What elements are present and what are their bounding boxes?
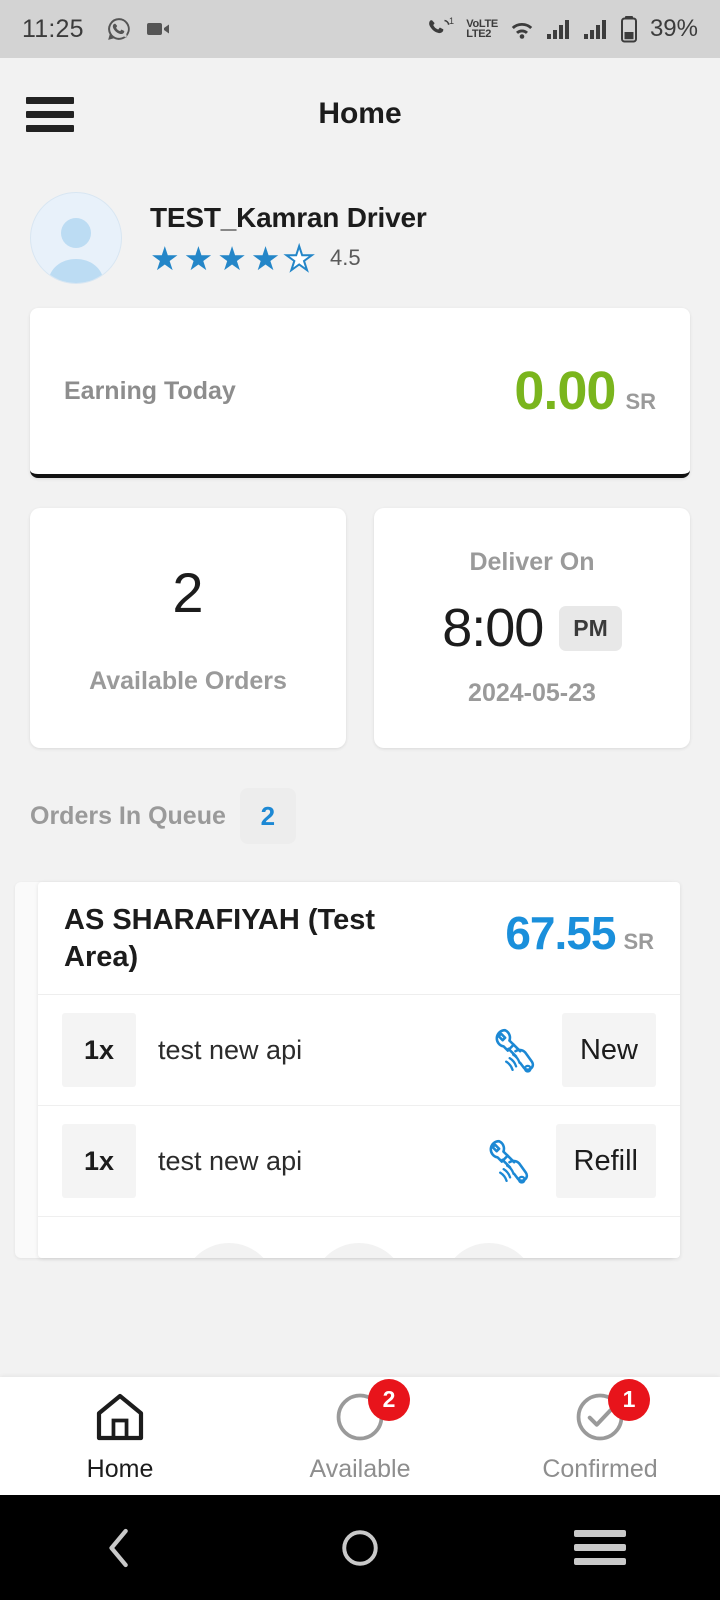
svg-text:1: 1 xyxy=(449,16,454,26)
order-item-name: test new api xyxy=(158,1034,303,1065)
hand-wrench-service-icon xyxy=(495,1029,535,1073)
nav-badge-confirmed: 1 xyxy=(608,1378,650,1421)
driver-rating: ★ ★ ★ ★ ★ 4.5 xyxy=(150,239,427,277)
android-home-button[interactable] xyxy=(300,1513,420,1583)
driver-name: TEST_Kamran Driver xyxy=(150,201,427,233)
call-signal-icon: 1 xyxy=(429,16,454,34)
user-avatar-placeholder-icon xyxy=(48,218,104,283)
status-bar-system-icons: 1 VoLTE LTE2 39% xyxy=(427,15,698,43)
earning-currency: SR xyxy=(625,389,656,414)
order-item-status-tag: New xyxy=(561,1013,656,1088)
order-card-header: AS SHARAFIYAH (Test Area) 67.55 SR xyxy=(38,882,680,996)
nav-tab-confirmed-label: Confirmed xyxy=(542,1454,658,1483)
available-orders-count: 2 xyxy=(172,561,204,624)
deliver-ampm: PM xyxy=(559,605,622,651)
order-area-title: AS SHARAFIYAH (Test Area) xyxy=(64,904,375,974)
hand-wrench-service-icon xyxy=(489,1140,528,1184)
earning-today-amount: 0.00 xyxy=(514,361,616,421)
app-header: Home xyxy=(0,58,720,170)
orders-in-queue-label: Orders In Queue xyxy=(30,801,226,830)
deliver-on-label: Deliver On xyxy=(469,548,595,576)
volte-network-indicator: VoLTE LTE2 xyxy=(466,17,498,40)
order-carousel: AS SHARAFIYAH (Test Area) 67.55 SR 1x te… xyxy=(0,868,720,1258)
driver-profile[interactable]: TEST_Kamran Driver ★ ★ ★ ★ ★ 4.5 xyxy=(0,170,720,308)
order-item-row[interactable]: 1x test new api Refill xyxy=(38,1106,680,1218)
nav-tab-home[interactable]: Home xyxy=(0,1389,240,1484)
order-item-quantity: 1x xyxy=(62,1124,136,1199)
nav-badge-available: 2 xyxy=(368,1378,410,1421)
back-chevron-icon xyxy=(109,1528,128,1567)
order-item-row[interactable]: 1x test new api New xyxy=(38,995,680,1107)
android-system-navigation xyxy=(0,1495,720,1600)
star-filled-icon: ★ xyxy=(183,239,214,277)
status-bar-notification-icons xyxy=(106,16,172,42)
deliver-on-card[interactable]: Deliver On 8:00 PM 2024-05-23 xyxy=(374,508,690,748)
star-empty-icon: ★ xyxy=(283,239,315,277)
order-contact-actions xyxy=(38,1217,680,1258)
nav-tab-available-label: Available xyxy=(309,1454,411,1483)
bottom-navigation-bar: Home 2 Available 1 Confirmed xyxy=(0,1377,720,1495)
call-button[interactable] xyxy=(182,1243,276,1258)
nav-tab-available[interactable]: 2 Available xyxy=(240,1378,480,1484)
earning-today-label: Earning Today xyxy=(64,376,236,405)
nav-tab-confirmed[interactable]: 1 Confirmed xyxy=(480,1378,720,1484)
home-circle-icon xyxy=(342,1529,378,1566)
deliver-time: 8:00 xyxy=(442,598,544,658)
available-orders-card[interactable]: 2 Available Orders xyxy=(30,508,346,748)
summary-cards: 2 Available Orders Deliver On 8:00 PM 20… xyxy=(30,508,690,748)
battery-icon xyxy=(620,16,637,43)
orders-in-queue-header: Orders In Queue 2 xyxy=(30,788,720,844)
order-price-currency: SR xyxy=(623,929,654,954)
status-bar-clock: 11:25 xyxy=(22,14,84,43)
android-back-button[interactable] xyxy=(60,1513,180,1583)
recents-menu-icon xyxy=(574,1530,626,1565)
android-recents-button[interactable] xyxy=(540,1513,660,1583)
signal-sim2-icon xyxy=(583,20,606,39)
wifi-icon xyxy=(511,22,533,39)
signal-sim1-icon xyxy=(546,20,569,39)
orders-in-queue-count: 2 xyxy=(239,788,296,844)
video-camera-icon xyxy=(146,23,169,35)
home-icon xyxy=(96,1393,144,1440)
star-filled-icon: ★ xyxy=(150,239,180,277)
order-item-quantity: 1x xyxy=(62,1013,136,1088)
order-item-name: test new api xyxy=(158,1145,303,1176)
star-filled-icon: ★ xyxy=(250,239,281,277)
system-status-bar: 11:25 1 VoLTE LTE2 39% xyxy=(0,0,720,58)
store-button[interactable] xyxy=(442,1243,536,1258)
email-button[interactable] xyxy=(312,1243,406,1258)
avatar xyxy=(30,192,122,284)
order-card[interactable]: AS SHARAFIYAH (Test Area) 67.55 SR 1x te… xyxy=(38,882,680,1258)
order-total-price: 67.55 xyxy=(505,907,616,959)
available-orders-label: Available Orders xyxy=(89,667,287,695)
whatsapp-icon xyxy=(107,18,130,40)
battery-percentage: 39% xyxy=(649,15,698,42)
rating-value: 4.5 xyxy=(329,245,361,270)
nav-tab-home-label: Home xyxy=(86,1454,154,1483)
deliver-date: 2024-05-23 xyxy=(468,679,596,707)
star-filled-icon: ★ xyxy=(217,239,247,277)
earning-today-card[interactable]: Earning Today 0.00 SR xyxy=(30,308,690,478)
page-title: Home xyxy=(318,97,402,130)
order-item-status-tag: Refill xyxy=(555,1124,656,1199)
